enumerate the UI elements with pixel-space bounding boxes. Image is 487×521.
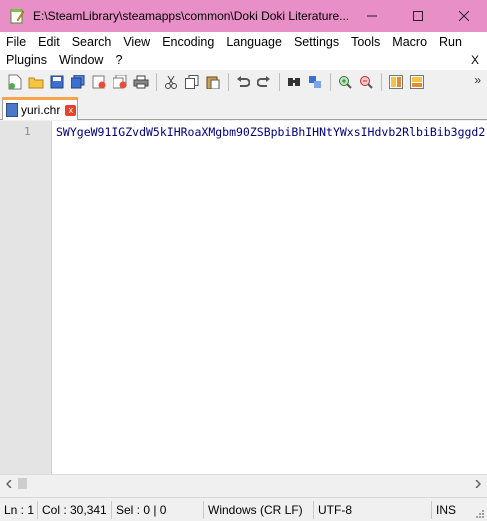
copy-button[interactable]: [182, 72, 202, 92]
redo-icon: [257, 76, 270, 87]
zoom-in-icon: [339, 76, 352, 89]
save-all-button[interactable]: [68, 72, 88, 92]
menu-help[interactable]: ?: [109, 53, 128, 67]
save-button[interactable]: [47, 72, 67, 92]
close-file-button[interactable]: [89, 72, 109, 92]
close-file-icon: [92, 75, 106, 89]
save-icon: [50, 75, 64, 89]
toolbar-overflow-button[interactable]: »: [474, 73, 481, 87]
toolbar-separator: [228, 73, 229, 91]
saved-file-icon: [6, 103, 18, 117]
sync-horizontal-icon: [410, 75, 424, 89]
tab-yuri-chr[interactable]: yuri.chr x: [2, 97, 78, 120]
print-button[interactable]: [131, 72, 151, 92]
sync-vertical-icon: [389, 75, 403, 89]
chevron-right-icon: [475, 479, 481, 488]
menu-search[interactable]: Search: [66, 35, 118, 49]
menu-window[interactable]: Window: [53, 53, 109, 67]
open-file-icon: [28, 77, 44, 89]
menu-encoding[interactable]: Encoding: [156, 35, 220, 49]
status-selection: Sel : 0 | 0: [112, 500, 204, 519]
toolbar-separator: [381, 73, 382, 91]
menu-bar: File Edit Search View Encoding Language …: [0, 32, 487, 70]
editor-area[interactable]: 1 SWYgeW91IGZvdW5kIHRoaXMgbm90ZSBpbiBhIH…: [0, 121, 487, 474]
status-encoding[interactable]: UTF-8: [314, 500, 432, 519]
status-column: Col : 30,341: [38, 500, 112, 519]
tab-label: yuri.chr: [21, 103, 61, 117]
line-number-gutter: 1: [0, 121, 52, 474]
minimize-icon: [367, 15, 377, 17]
scroll-right-button[interactable]: [469, 475, 487, 492]
tab-bar: yuri.chr x: [0, 94, 487, 120]
editor-line-text[interactable]: SWYgeW91IGZvdW5kIHRoaXMgbm90ZSBpbiBhIHNt…: [56, 125, 486, 139]
window-title: E:\SteamLibrary\steamapps\common\Doki Do…: [33, 9, 350, 23]
find-icon: [288, 78, 300, 86]
maximize-icon: [413, 11, 423, 21]
menu-view[interactable]: View: [117, 35, 156, 49]
menu-run[interactable]: Run: [433, 35, 468, 49]
menu-macro[interactable]: Macro: [386, 35, 433, 49]
save-all-icon: [71, 75, 85, 89]
maximize-button[interactable]: [395, 0, 441, 32]
sync-horizontal-button[interactable]: [407, 72, 427, 92]
open-file-button[interactable]: [26, 72, 46, 92]
zoom-out-icon: [360, 76, 373, 89]
replace-icon: [309, 76, 321, 88]
cut-button[interactable]: [161, 72, 181, 92]
menu-edit[interactable]: Edit: [32, 35, 66, 49]
menu-file[interactable]: File: [0, 35, 32, 49]
replace-button[interactable]: [305, 72, 325, 92]
undo-icon: [237, 76, 250, 87]
scrollbar-track[interactable]: [18, 478, 469, 489]
resize-grip-icon[interactable]: [475, 509, 485, 519]
menu-plugins[interactable]: Plugins: [0, 53, 53, 67]
line-number: 1: [24, 125, 31, 138]
close-window-button[interactable]: [441, 0, 487, 32]
copy-icon: [185, 75, 199, 89]
menu-settings[interactable]: Settings: [288, 35, 345, 49]
notepad-plus-plus-app-icon: [9, 8, 25, 24]
status-line: Ln : 1: [0, 500, 38, 519]
chevron-left-icon: [6, 479, 12, 488]
scrollbar-thumb[interactable]: [18, 478, 28, 489]
minimize-button[interactable]: [349, 0, 395, 32]
toolbar-separator: [330, 73, 331, 91]
close-document-button[interactable]: X: [471, 53, 479, 67]
find-button[interactable]: [284, 72, 304, 92]
zoom-in-button[interactable]: [335, 72, 355, 92]
paste-button[interactable]: [203, 72, 223, 92]
toolbar-separator: [279, 73, 280, 91]
toolbar-separator: [156, 73, 157, 91]
menu-tools[interactable]: Tools: [345, 35, 386, 49]
paste-icon: [206, 76, 220, 89]
cut-icon: [165, 75, 177, 89]
redo-button[interactable]: [254, 72, 274, 92]
status-eol[interactable]: Windows (CR LF): [204, 500, 314, 519]
status-insert-mode: INS: [436, 502, 457, 517]
print-icon: [133, 75, 149, 89]
new-file-icon: [8, 74, 22, 90]
sync-vertical-button[interactable]: [386, 72, 406, 92]
close-all-icon: [113, 75, 127, 89]
title-bar: E:\SteamLibrary\steamapps\common\Doki Do…: [0, 0, 487, 32]
toolbar: »: [0, 70, 487, 94]
status-bar: Ln : 1 Col : 30,341 Sel : 0 | 0 Windows …: [0, 497, 487, 521]
zoom-out-button[interactable]: [356, 72, 376, 92]
new-file-button[interactable]: [5, 72, 25, 92]
close-all-button[interactable]: [110, 72, 130, 92]
tab-close-button[interactable]: x: [65, 104, 77, 116]
scroll-left-button[interactable]: [0, 475, 18, 492]
undo-button[interactable]: [233, 72, 253, 92]
menu-language[interactable]: Language: [220, 35, 288, 49]
horizontal-scrollbar[interactable]: [0, 474, 487, 492]
close-icon: [459, 11, 469, 21]
